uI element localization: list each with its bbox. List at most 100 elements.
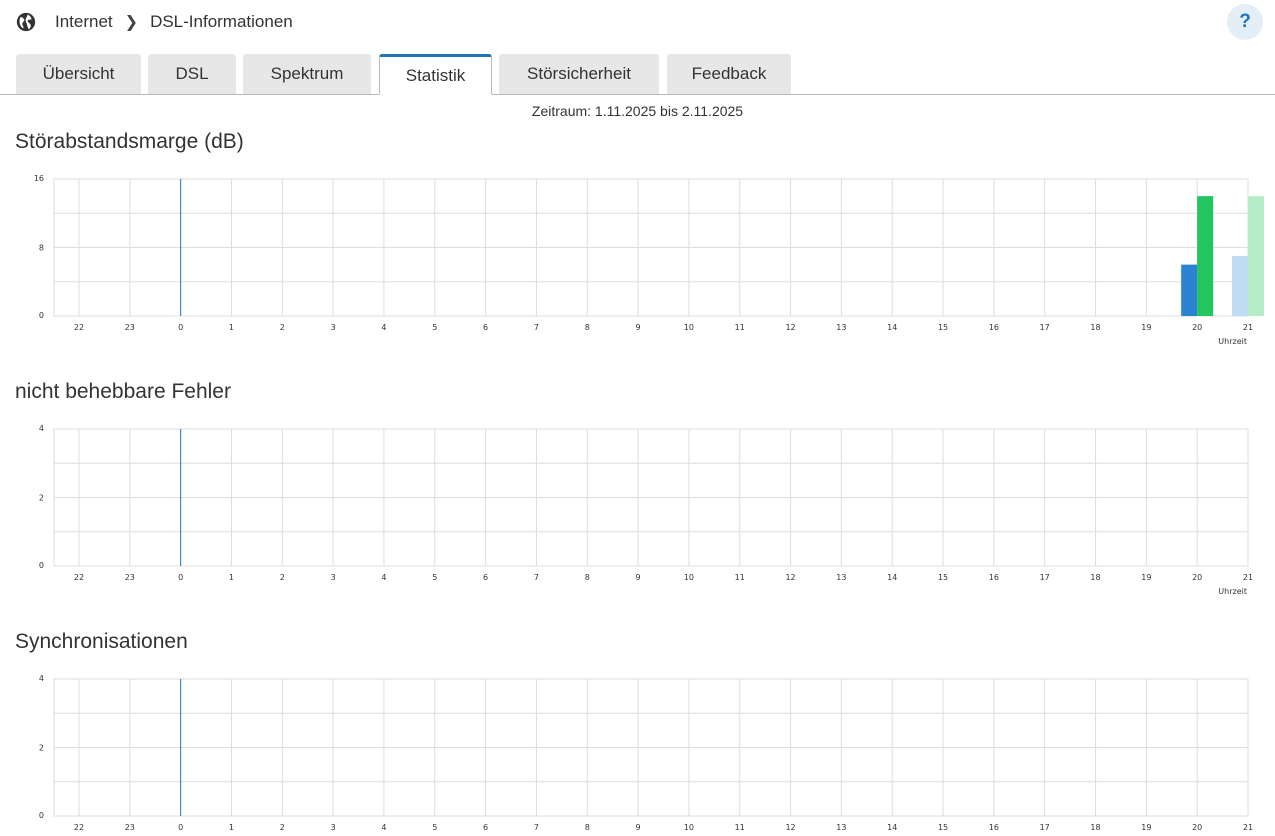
x-tick-label: 2	[280, 323, 285, 332]
x-tick-label: 23	[125, 323, 135, 332]
help-button[interactable]: ?	[1227, 4, 1263, 40]
x-tick-label: 4	[381, 323, 386, 332]
x-axis-label: Uhrzeit	[1218, 337, 1247, 346]
x-tick-label: 7	[534, 573, 539, 582]
x-tick-label: 20	[1192, 323, 1202, 332]
x-tick-label: 16	[989, 323, 999, 332]
x-tick-label: 1	[229, 323, 234, 332]
x-tick-label: 17	[1040, 823, 1050, 832]
bar	[1197, 196, 1214, 316]
y-tick-label: 8	[39, 244, 44, 253]
x-tick-label: 17	[1040, 323, 1050, 332]
y-tick-label: 4	[39, 674, 44, 683]
globe-icon	[16, 12, 36, 32]
x-tick-label: 10	[684, 573, 694, 582]
x-tick-label: 22	[74, 573, 84, 582]
tab-spektrum[interactable]: Spektrum	[243, 54, 371, 94]
x-tick-label: 9	[636, 823, 641, 832]
x-tick-label: 11	[735, 323, 745, 332]
x-tick-label: 12	[785, 323, 795, 332]
period-text: Zeitraum: 1.11.2025 bis 2.11.2025	[531, 103, 744, 119]
chevron-right-icon: ❯	[124, 14, 139, 31]
x-tick-label: 12	[785, 573, 795, 582]
x-tick-label: 16	[989, 573, 999, 582]
tab-label: Spektrum	[270, 64, 344, 83]
x-tick-label: 12	[785, 823, 795, 832]
tab-label: Feedback	[691, 64, 767, 83]
x-tick-label: 7	[534, 323, 539, 332]
bar	[1232, 256, 1248, 316]
x-tick-label: 23	[125, 573, 135, 582]
x-tick-label: 7	[534, 823, 539, 832]
x-tick-label: 1	[229, 823, 234, 832]
x-tick-label: 3	[331, 823, 336, 832]
x-tick-label: 5	[432, 573, 437, 582]
x-tick-label: 14	[887, 573, 897, 582]
x-tick-label: 14	[887, 823, 897, 832]
x-tick-label: 2	[280, 823, 285, 832]
x-tick-label: 8	[585, 573, 590, 582]
x-tick-label: 15	[938, 823, 948, 832]
y-tick-label: 0	[39, 561, 44, 570]
x-tick-label: 8	[585, 823, 590, 832]
breadcrumb: Internet ❯ DSL-Informationen	[15, 8, 293, 36]
tab-stoersicherheit[interactable]: Störsicherheit	[499, 54, 659, 94]
x-tick-label: 10	[684, 823, 694, 832]
breadcrumb-item-internet[interactable]: Internet	[55, 12, 113, 32]
x-tick-label: 6	[483, 323, 488, 332]
y-tick-label: 2	[39, 494, 44, 503]
section-title-sync: Synchronisationen	[15, 630, 188, 653]
tab-uebersicht[interactable]: Übersicht	[16, 54, 141, 94]
x-tick-label: 13	[836, 823, 846, 832]
x-tick-label: 4	[381, 573, 386, 582]
x-tick-label: 22	[74, 823, 84, 832]
y-tick-label: 16	[34, 174, 44, 183]
x-tick-label: 6	[483, 823, 488, 832]
x-tick-label: 19	[1141, 573, 1151, 582]
help-icon: ?	[1239, 11, 1251, 32]
chart-snr: 22 23 0 1 2 3 4 5 6 7 8 9 10 11 12 13 14 15 16 17 18 19 20 2108…	[34, 174, 1264, 346]
x-tick-label: 3	[331, 323, 336, 332]
x-tick-label: 0	[178, 823, 183, 832]
x-tick-label: 9	[636, 573, 641, 582]
x-tick-label: 21	[1243, 323, 1253, 332]
x-tick-label: 2	[280, 573, 285, 582]
tab-label: Übersicht	[42, 64, 115, 83]
x-tick-label: 15	[938, 323, 948, 332]
x-tick-label: 20	[1192, 573, 1202, 582]
tab-dsl[interactable]: DSL	[148, 54, 236, 94]
x-tick-label: 17	[1040, 573, 1050, 582]
tab-statistik[interactable]: Statistik	[379, 54, 492, 95]
tab-label: DSL	[175, 64, 209, 83]
x-tick-label: 9	[636, 323, 641, 332]
x-tick-label: 14	[887, 323, 897, 332]
x-tick-label: 3	[331, 573, 336, 582]
x-tick-label: 18	[1090, 323, 1100, 332]
x-axis-label: Uhrzeit	[1218, 587, 1247, 596]
section-title-errors: nicht behebbare Fehler	[15, 380, 231, 403]
x-tick-label: 13	[836, 323, 846, 332]
y-tick-label: 4	[39, 424, 44, 433]
x-tick-label: 23	[125, 823, 135, 832]
x-tick-label: 16	[989, 823, 999, 832]
x-tick-label: 11	[735, 573, 745, 582]
x-tick-label: 1	[229, 573, 234, 582]
x-tick-label: 18	[1090, 823, 1100, 832]
y-tick-label: 0	[39, 311, 44, 320]
section-title-snr: Störabstandsmarge (dB)	[15, 130, 244, 153]
breadcrumb-item-current: DSL-Informationen	[150, 12, 293, 31]
tab-feedback[interactable]: Feedback	[667, 54, 791, 94]
bar	[1181, 264, 1198, 316]
tab-label: Störsicherheit	[527, 64, 631, 83]
x-tick-label: 5	[432, 323, 437, 332]
x-tick-label: 13	[836, 573, 846, 582]
x-tick-label: 19	[1141, 823, 1151, 832]
y-tick-label: 0	[39, 811, 44, 820]
tab-label: Statistik	[405, 65, 466, 85]
x-tick-label: 15	[938, 573, 948, 582]
y-tick-label: 2	[39, 744, 44, 753]
tab-bar: Übersicht DSL Spektrum Statistik Störsic…	[0, 54, 1275, 95]
x-tick-label: 19	[1141, 323, 1151, 332]
x-tick-label: 4	[381, 823, 386, 832]
x-tick-label: 0	[178, 573, 183, 582]
